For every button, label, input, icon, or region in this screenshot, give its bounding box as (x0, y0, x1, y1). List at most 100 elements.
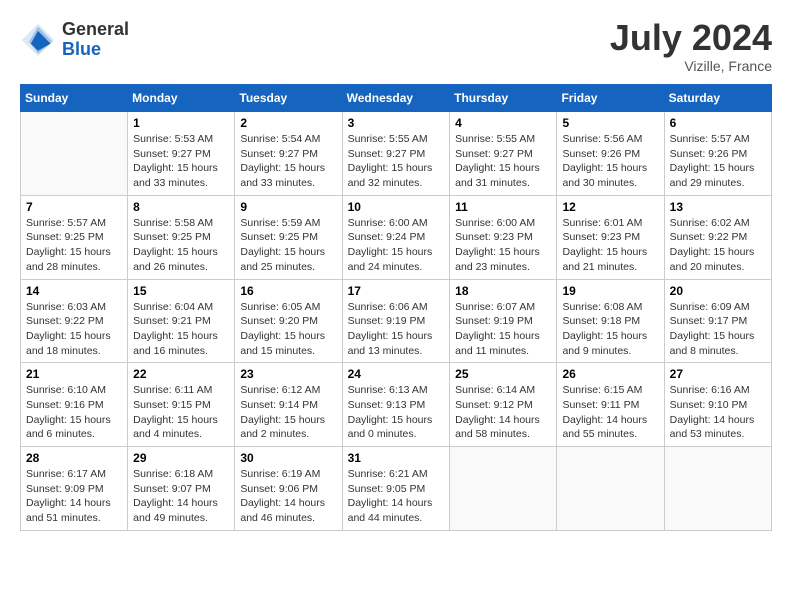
calendar-cell: 8Sunrise: 5:58 AMSunset: 9:25 PMDaylight… (128, 195, 235, 279)
calendar-cell: 24 Sunrise: 6:13 AMSunset: 9:13 PMDayligh… (342, 363, 450, 447)
day-number: 15 (133, 284, 229, 298)
calendar-cell: 7 Sunrise: 5:57 AMSunset: 9:25 PMDaylight… (21, 195, 128, 279)
day-number: 5 (562, 116, 658, 130)
location: Vizille, France (610, 58, 772, 74)
header-day-thursday: Thursday (450, 85, 557, 112)
calendar-cell: 20Sunrise: 6:09 AMSunset: 9:17 PMDayligh… (664, 279, 771, 363)
calendar-cell: 21 Sunrise: 6:10 AMSunset: 9:16 PMDayligh… (21, 363, 128, 447)
calendar-cell: 30Sunrise: 6:19 AMSunset: 9:06 PMDayligh… (235, 447, 342, 531)
calendar-cell: 19Sunrise: 6:08 AMSunset: 9:18 PMDayligh… (557, 279, 664, 363)
day-number: 17 (348, 284, 445, 298)
day-number: 21 (26, 367, 122, 381)
day-info: Sunrise: 6:00 AMSunset: 9:23 PMDaylight:… (455, 216, 551, 275)
day-info: Sunrise: 6:14 AMSunset: 9:12 PMDaylight:… (455, 383, 551, 442)
day-number: 1 (133, 116, 229, 130)
calendar-cell: 12 Sunrise: 6:01 AMSunset: 9:23 PMDayligh… (557, 195, 664, 279)
header-row: SundayMondayTuesdayWednesdayThursdayFrid… (21, 85, 772, 112)
calendar-cell (664, 447, 771, 531)
calendar-cell (21, 112, 128, 196)
day-number: 28 (26, 451, 122, 465)
day-info: Sunrise: 6:12 AMSunset: 9:14 PMDaylight:… (240, 383, 336, 442)
day-number: 16 (240, 284, 336, 298)
day-info: Sunrise: 6:11 AMSunset: 9:15 PMDaylight:… (133, 383, 229, 442)
day-info: Sunrise: 5:56 AMSunset: 9:26 PMDaylight:… (562, 132, 658, 191)
day-info: Sunrise: 5:57 AMSunset: 9:26 PMDaylight:… (670, 132, 766, 191)
day-number: 11 (455, 200, 551, 214)
day-info: Sunrise: 6:06 AMSunset: 9:19 PMDaylight:… (348, 300, 445, 359)
calendar-cell (557, 447, 664, 531)
day-number: 7 (26, 200, 122, 214)
day-info: Sunrise: 5:53 AMSunset: 9:27 PMDaylight:… (133, 132, 229, 191)
calendar-cell: 14Sunrise: 6:03 AMSunset: 9:22 PMDayligh… (21, 279, 128, 363)
calendar-cell: 26 Sunrise: 6:15 AMSunset: 9:11 PMDayligh… (557, 363, 664, 447)
day-info: Sunrise: 6:17 AMSunset: 9:09 PMDaylight:… (26, 467, 122, 526)
header-day-monday: Monday (128, 85, 235, 112)
calendar-table: SundayMondayTuesdayWednesdayThursdayFrid… (20, 84, 772, 531)
day-number: 26 (562, 367, 658, 381)
calendar-cell: 23 Sunrise: 6:12 AMSunset: 9:14 PMDayligh… (235, 363, 342, 447)
logo: General Blue (20, 20, 129, 60)
header-day-saturday: Saturday (664, 85, 771, 112)
logo-general-text: General (62, 20, 129, 40)
day-info: Sunrise: 6:18 AMSunset: 9:07 PMDaylight:… (133, 467, 229, 526)
day-info: Sunrise: 5:55 AMSunset: 9:27 PMDaylight:… (348, 132, 445, 191)
day-number: 27 (670, 367, 766, 381)
day-number: 9 (240, 200, 336, 214)
day-number: 14 (26, 284, 122, 298)
calendar-cell: 25 Sunrise: 6:14 AMSunset: 9:12 PMDayligh… (450, 363, 557, 447)
day-number: 24 (348, 367, 445, 381)
day-info: Sunrise: 6:00 AMSunset: 9:24 PMDaylight:… (348, 216, 445, 275)
day-number: 29 (133, 451, 229, 465)
logo-text: General Blue (62, 20, 129, 60)
day-info: Sunrise: 6:10 AMSunset: 9:16 PMDaylight:… (26, 383, 122, 442)
day-info: Sunrise: 5:55 AMSunset: 9:27 PMDaylight:… (455, 132, 551, 191)
day-number: 22 (133, 367, 229, 381)
week-row-0: 1 Sunrise: 5:53 AMSunset: 9:27 PMDaylight… (21, 112, 772, 196)
day-info: Sunrise: 5:58 AMSunset: 9:25 PMDaylight:… (133, 216, 229, 275)
week-row-4: 28 Sunrise: 6:17 AMSunset: 9:09 PMDayligh… (21, 447, 772, 531)
day-info: Sunrise: 6:01 AMSunset: 9:23 PMDaylight:… (562, 216, 658, 275)
page-header: General Blue July 2024 Vizille, France (20, 20, 772, 74)
calendar-body: 1 Sunrise: 5:53 AMSunset: 9:27 PMDaylight… (21, 112, 772, 531)
day-info: Sunrise: 5:59 AMSunset: 9:25 PMDaylight:… (240, 216, 336, 275)
day-info: Sunrise: 6:02 AMSunset: 9:22 PMDaylight:… (670, 216, 766, 275)
calendar-cell: 4Sunrise: 5:55 AMSunset: 9:27 PMDaylight… (450, 112, 557, 196)
day-number: 3 (348, 116, 445, 130)
day-info: Sunrise: 6:15 AMSunset: 9:11 PMDaylight:… (562, 383, 658, 442)
calendar-cell: 15Sunrise: 6:04 AMSunset: 9:21 PMDayligh… (128, 279, 235, 363)
day-number: 30 (240, 451, 336, 465)
calendar-cell: 9 Sunrise: 5:59 AMSunset: 9:25 PMDaylight… (235, 195, 342, 279)
day-info: Sunrise: 6:08 AMSunset: 9:18 PMDaylight:… (562, 300, 658, 359)
calendar-cell: 13Sunrise: 6:02 AMSunset: 9:22 PMDayligh… (664, 195, 771, 279)
calendar-header: SundayMondayTuesdayWednesdayThursdayFrid… (21, 85, 772, 112)
logo-blue-text: Blue (62, 40, 129, 60)
calendar-cell: 27Sunrise: 6:16 AMSunset: 9:10 PMDayligh… (664, 363, 771, 447)
calendar-cell: 2 Sunrise: 5:54 AMSunset: 9:27 PMDaylight… (235, 112, 342, 196)
header-day-tuesday: Tuesday (235, 85, 342, 112)
day-info: Sunrise: 6:13 AMSunset: 9:13 PMDaylight:… (348, 383, 445, 442)
day-number: 12 (562, 200, 658, 214)
header-day-sunday: Sunday (21, 85, 128, 112)
title-block: July 2024 Vizille, France (610, 20, 772, 74)
day-number: 2 (240, 116, 336, 130)
calendar-cell: 29 Sunrise: 6:18 AMSunset: 9:07 PMDayligh… (128, 447, 235, 531)
day-info: Sunrise: 6:07 AMSunset: 9:19 PMDaylight:… (455, 300, 551, 359)
calendar-cell: 16 Sunrise: 6:05 AMSunset: 9:20 PMDayligh… (235, 279, 342, 363)
header-day-wednesday: Wednesday (342, 85, 450, 112)
day-info: Sunrise: 5:57 AMSunset: 9:25 PMDaylight:… (26, 216, 122, 275)
day-info: Sunrise: 5:54 AMSunset: 9:27 PMDaylight:… (240, 132, 336, 191)
calendar-cell: 5 Sunrise: 5:56 AMSunset: 9:26 PMDaylight… (557, 112, 664, 196)
day-number: 25 (455, 367, 551, 381)
week-row-3: 21 Sunrise: 6:10 AMSunset: 9:16 PMDayligh… (21, 363, 772, 447)
calendar-cell (450, 447, 557, 531)
day-number: 18 (455, 284, 551, 298)
calendar-cell: 11 Sunrise: 6:00 AMSunset: 9:23 PMDayligh… (450, 195, 557, 279)
day-info: Sunrise: 6:05 AMSunset: 9:20 PMDaylight:… (240, 300, 336, 359)
logo-icon (20, 22, 56, 58)
week-row-2: 14Sunrise: 6:03 AMSunset: 9:22 PMDayligh… (21, 279, 772, 363)
week-row-1: 7 Sunrise: 5:57 AMSunset: 9:25 PMDaylight… (21, 195, 772, 279)
calendar-cell: 31Sunrise: 6:21 AMSunset: 9:05 PMDayligh… (342, 447, 450, 531)
header-day-friday: Friday (557, 85, 664, 112)
day-number: 23 (240, 367, 336, 381)
calendar-cell: 1 Sunrise: 5:53 AMSunset: 9:27 PMDaylight… (128, 112, 235, 196)
